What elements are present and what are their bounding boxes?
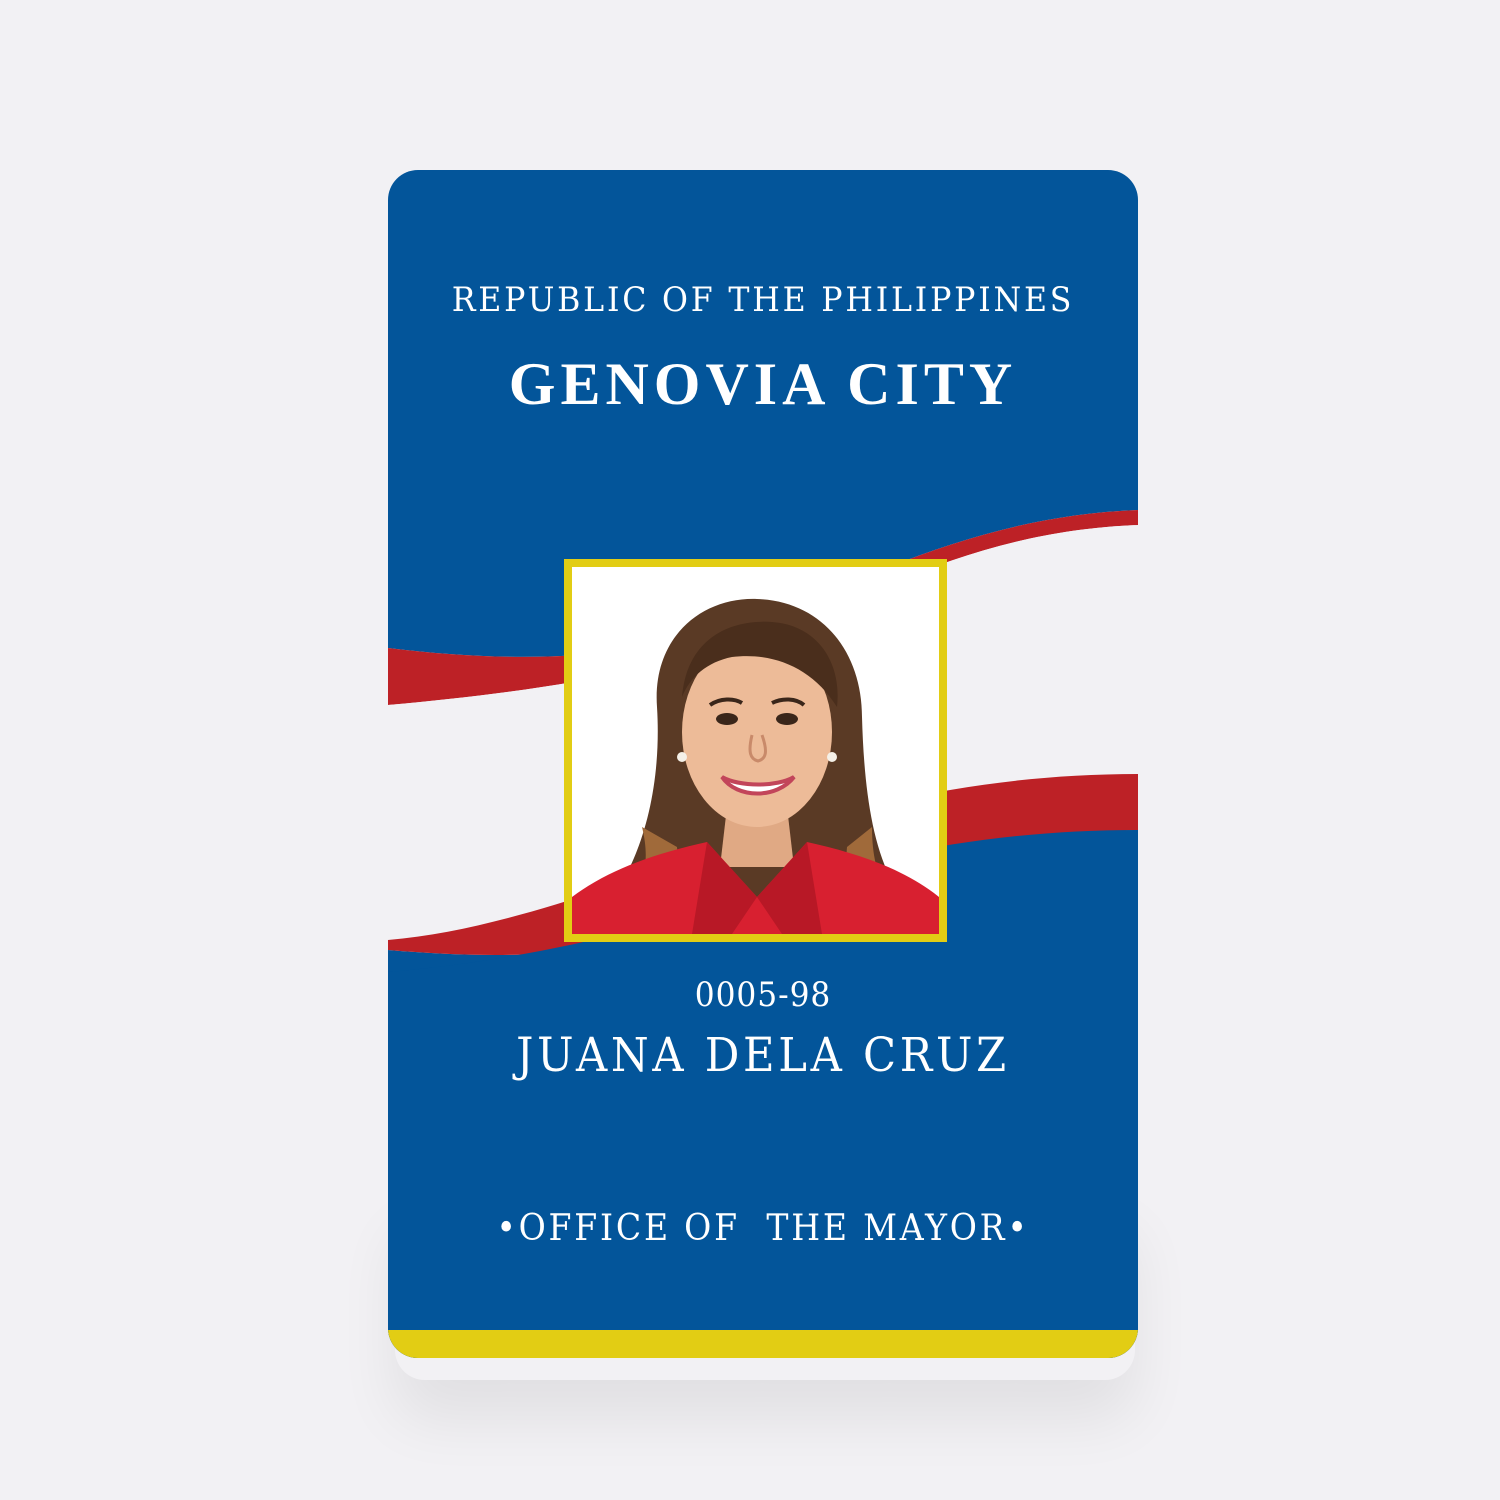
portrait-illustration — [572, 567, 939, 934]
country-label: REPUBLIC OF THE PHILIPPINES — [451, 280, 1075, 320]
id-photo — [572, 567, 939, 934]
id-card: REPUBLIC OF THE PHILIPPINES GENOVIA CITY — [388, 170, 1138, 1358]
photo-frame — [564, 559, 947, 942]
city-title: GENOVIA CITY — [508, 351, 1018, 417]
office-label: •OFFICE OF THE MAYOR• — [496, 1208, 1030, 1249]
holder-name: JUANA DELA CRUZ — [516, 1028, 1010, 1083]
id-number: 0005-98 — [694, 975, 832, 1015]
